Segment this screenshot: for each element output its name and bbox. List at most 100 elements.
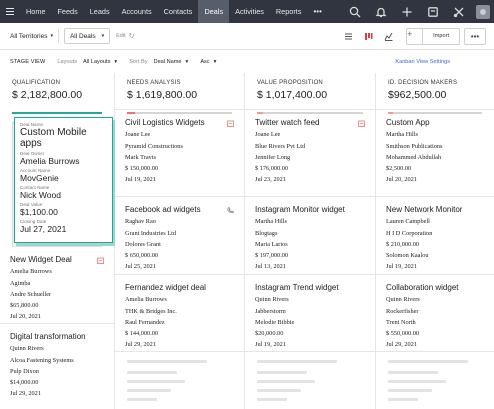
- deal-owner: Lauren Campbell: [386, 218, 430, 226]
- stage-amount: $ 1,619,800.00: [127, 89, 198, 101]
- calendar-task-icon[interactable]: [358, 120, 365, 127]
- skeleton-line: [257, 398, 287, 401]
- plus-icon[interactable]: [394, 0, 420, 23]
- deal-closing-date: Jul 29, 2021: [386, 341, 417, 349]
- deal-card[interactable]: Civil Logistics Widgets Joane Lee Pyrami…: [115, 109, 244, 197]
- deal-title[interactable]: Twitter watch feed: [255, 118, 365, 127]
- deal-card[interactable]: Facebook ad widgets Raghav Rao Grant Ind…: [115, 197, 244, 275]
- kanban-view-icon[interactable]: [360, 28, 376, 44]
- phone-icon[interactable]: [227, 207, 234, 214]
- dragged-deal-card[interactable]: Deal Name Custom Mobile apps Deal Owner …: [14, 117, 113, 243]
- deal-card[interactable]: Instagram Monitor widget Martha Hills Bl…: [245, 197, 375, 275]
- sort-by-value: Deal Name: [153, 58, 182, 65]
- deal-title[interactable]: Instagram Monitor widget: [255, 205, 365, 214]
- deal-card[interactable]: New Widget Deal Amelia Burrows Agimba An…: [0, 247, 114, 324]
- deal-title[interactable]: New Widget Deal: [10, 255, 104, 264]
- stage-amount: $ 1,017,400.00: [257, 89, 328, 101]
- deal-contact: Dolores Grant: [125, 240, 161, 248]
- deal-amount: $ 144,000.00: [125, 330, 159, 338]
- chart-view-icon[interactable]: [380, 28, 396, 44]
- skeleton-line: [388, 360, 468, 363]
- chevron-down-icon: ▾: [50, 33, 53, 39]
- chevron-down-icon: ▾: [101, 33, 105, 39]
- refresh-icon[interactable]: ↻: [129, 32, 135, 40]
- deal-amount: $65,800.00: [10, 302, 39, 310]
- skeleton-line: [388, 380, 446, 383]
- deal-title[interactable]: Instagram Trend widget: [255, 283, 365, 292]
- nav-item-accounts[interactable]: Accounts: [116, 0, 158, 23]
- skeleton-line: [388, 371, 438, 374]
- nav-item-feeds[interactable]: Feeds: [51, 0, 83, 23]
- nav-item-activities[interactable]: Activities: [229, 0, 270, 23]
- deal-card[interactable]: Instagram Trend widget Quinn Rivers Jabb…: [245, 275, 375, 352]
- deal-title[interactable]: Fernandez widget deal: [125, 283, 234, 292]
- chevron-down-icon: ▾: [213, 58, 217, 65]
- calendar-task-icon[interactable]: [97, 257, 104, 264]
- layouts-value: All Layouts: [83, 58, 111, 65]
- deal-card[interactable]: Collaboration widget Quinn Rivers Rocker…: [376, 275, 494, 352]
- deal-account: Alcoa Fastening Systems: [10, 356, 74, 364]
- stage-progress-fill: [12, 112, 102, 114]
- deal-closing-date: Jul 19, 2021: [255, 341, 286, 349]
- bell-icon[interactable]: [368, 0, 394, 23]
- deal-title[interactable]: Collaboration widget: [386, 283, 484, 292]
- skeleton-line: [257, 389, 301, 392]
- more-actions-button[interactable]: •••: [464, 27, 486, 45]
- hamburger-menu-icon[interactable]: [0, 0, 20, 23]
- deal-card[interactable]: New Network Monitor Lauren Campbell H I …: [376, 197, 494, 275]
- deal-closing-date: Jul 20, 2021: [10, 313, 41, 321]
- skeleton-line: [257, 380, 315, 383]
- import-button[interactable]: Import: [423, 33, 459, 39]
- deal-owner: Joane Lee: [125, 131, 151, 139]
- nav-more-button[interactable]: •••: [307, 0, 327, 23]
- nav-item-leads[interactable]: Leads: [84, 0, 116, 23]
- deal-title[interactable]: New Network Monitor: [386, 205, 484, 214]
- list-toolbar: All Territories ▾ All Deals ▾ Edit ↻ + I…: [0, 23, 494, 50]
- deal-owner: Quinn Rivers: [386, 296, 420, 304]
- deal-title[interactable]: Digital transformation: [10, 332, 104, 341]
- deal-account: THK & Bridges Inc.: [125, 307, 177, 315]
- stage-progress-bar: [12, 112, 102, 114]
- deal-card[interactable]: Twitter watch feed Joane Lee Blue Rivers…: [245, 109, 375, 197]
- deal-title[interactable]: Custom App: [386, 118, 484, 127]
- deal-account: Blogtags: [255, 229, 278, 237]
- view-selector[interactable]: All Deals ▾: [63, 28, 111, 44]
- deal-card[interactable]: Digital transformation Quinn Rivers Alco…: [0, 324, 114, 409]
- layouts-dropdown[interactable]: All Layouts ▾: [83, 59, 117, 65]
- deal-amount: $ 150,000.00: [125, 165, 159, 173]
- stage-name: NEEDS ANALYSIS: [127, 80, 181, 86]
- create-deal-button[interactable]: +: [407, 28, 424, 44]
- deal-title[interactable]: Civil Logistics Widgets: [125, 118, 234, 127]
- skeleton-line: [127, 371, 177, 374]
- kanban-view-settings-link[interactable]: Kanban View Settings: [395, 59, 450, 65]
- sort-order-value: Asc: [200, 58, 210, 65]
- deal-amount: $ 197,000.00: [255, 252, 289, 260]
- deal-closing-date: Jul 29, 2021: [10, 390, 41, 398]
- skeleton-line: [257, 360, 337, 363]
- deal-card[interactable]: Fernandez widget deal Amelia Burrows THK…: [115, 275, 244, 352]
- territory-selector[interactable]: All Territories ▾: [10, 33, 53, 40]
- stage-name: VALUE PROPOSITION: [257, 80, 323, 86]
- calendar-task-icon[interactable]: [227, 120, 234, 127]
- sort-order-dropdown[interactable]: Asc ▾: [200, 59, 216, 65]
- stage-name: ID. DECISION MAKERS: [388, 80, 458, 86]
- sort-by-dropdown[interactable]: Deal Name ▾: [154, 59, 189, 65]
- deal-title[interactable]: Facebook ad widgets: [125, 205, 234, 214]
- deal-card[interactable]: Custom App Martha Hills Smithson Publica…: [376, 109, 494, 197]
- skeleton-line: [127, 360, 207, 363]
- search-icon[interactable]: [342, 0, 368, 23]
- calendar-icon[interactable]: [420, 0, 446, 23]
- edit-view-link[interactable]: Edit ↻: [116, 32, 134, 40]
- nav-item-deals[interactable]: Deals: [198, 0, 230, 23]
- nav-item-home[interactable]: Home: [20, 0, 51, 23]
- deal-contact: Mohammed Abdullah: [386, 153, 442, 161]
- setup-tools-icon[interactable]: [446, 0, 472, 23]
- deal-contact: Maria Larios: [255, 240, 288, 248]
- list-view-icon[interactable]: [340, 28, 356, 44]
- chevron-down-icon: ▾: [114, 58, 118, 65]
- user-avatar-icon[interactable]: [472, 0, 494, 23]
- stage-amount: $962,500.00: [388, 89, 447, 101]
- nav-item-reports[interactable]: Reports: [270, 0, 308, 23]
- stage-name: QUALIFICATION: [12, 80, 61, 86]
- nav-item-contacts[interactable]: Contacts: [158, 0, 199, 23]
